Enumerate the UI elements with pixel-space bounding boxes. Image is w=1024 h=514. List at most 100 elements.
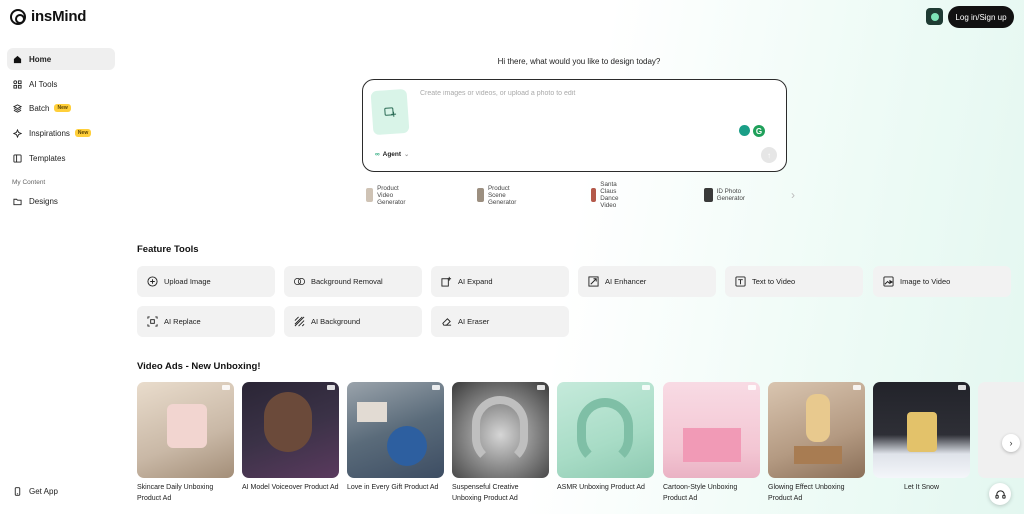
tool-label: Upload Image [164,277,211,286]
tool-label: AI Eraser [458,317,490,326]
suggestion-chip[interactable]: ID Photo Generator [704,187,750,203]
support-button[interactable] [989,483,1011,505]
tool-label: AI Enhancer [605,277,647,286]
suggestion-chip[interactable]: Product Scene Generator [477,185,523,206]
video-thumbnail [347,382,444,478]
video-thumbnail [242,382,339,478]
video-card[interactable]: Let It Snow [873,382,970,493]
tool-ai-expand[interactable]: AI Expand [431,266,569,297]
video-card[interactable]: Skincare Daily Unboxing Product Ad [137,382,234,504]
prompt-input[interactable] [420,90,760,97]
sidebar-item-label: Get App [29,486,58,496]
new-badge: New [74,129,92,137]
video-card-title: Skincare Daily Unboxing Product Ad [137,484,214,502]
agent-dropdown[interactable]: ∞ Agent ⌄ [371,147,413,161]
sidebar-item-ai-tools[interactable]: AI Tools [7,73,115,95]
tool-ai-background[interactable]: AI Background [284,306,422,337]
video-ads-title: Video Ads - New Unboxing! [137,361,261,372]
chevron-right-icon[interactable]: › [791,188,795,202]
sidebar-item-designs[interactable]: Designs [7,190,115,212]
tool-label: AI Replace [164,317,201,326]
suggestion-chip[interactable]: Product Video Generator [366,184,412,206]
bg-removal-icon [294,276,305,287]
video-camera-icon [642,385,650,390]
tool-text-to-video[interactable]: Text to Video [725,266,863,297]
logo-icon [10,8,26,25]
tools-grid-icon [13,79,22,89]
suggestion-label: ID Photo Generator [716,188,745,202]
extension-a-icon[interactable] [739,125,750,136]
image-video-icon [883,276,894,287]
video-thumbnail [663,382,760,478]
video-card-title: Let It Snow [903,484,940,491]
tool-ai-eraser[interactable]: AI Eraser [431,306,569,337]
video-card-title: Glowing Effect Unboxing Product Ad [768,484,845,502]
video-card-title: Suspenseful Creative Unboxing Product Ad [452,484,519,502]
sidebar-item-batch[interactable]: Batch New [7,97,115,119]
video-card[interactable]: ASMR Unboxing Product Ad [557,382,654,493]
brand-logo[interactable]: insMind [10,8,86,25]
sidebar-item-inspirations[interactable]: Inspirations New [7,122,115,144]
top-header: insMind Log in/Sign up [0,0,1024,34]
sidebar-item-label: Templates [29,153,66,163]
suggestion-label: Santa Claus Dance Video [600,181,619,209]
suggestion-thumb [591,188,597,202]
greeting-text: Hi there, what would you like to design … [497,57,661,66]
tool-label: Image to Video [900,277,951,286]
enhance-icon [588,276,599,287]
tool-label: AI Expand [458,277,493,286]
grammarly-icon[interactable]: G [753,125,765,137]
video-camera-icon [222,385,230,390]
video-camera-icon [537,385,545,390]
expand-icon [441,276,452,287]
tool-ai-replace[interactable]: AI Replace [137,306,275,337]
suggestion-thumb [704,188,713,202]
video-camera-icon [327,385,335,390]
send-button[interactable]: ↑ [761,147,777,163]
suggestion-chip[interactable]: Santa Claus Dance Video [591,181,627,209]
extension-icons: G [739,125,765,137]
video-thumbnail [137,382,234,478]
agent-label: Agent [382,150,402,158]
sidebar-item-home[interactable]: Home [7,48,115,70]
brand-name: insMind [31,8,87,25]
tool-image-to-video[interactable]: Image to Video [873,266,1011,297]
arrow-up-icon: ↑ [767,150,771,160]
sidebar: Home AI Tools Batch New Inspirations New… [0,34,125,514]
tool-label: AI Background [311,317,361,326]
upload-image-tile[interactable] [370,88,410,136]
chevron-right-icon: › [1009,438,1013,448]
video-card-partial[interactable] [978,382,1024,478]
eraser-icon [441,316,452,327]
video-card[interactable]: Cartoon-Style Unboxing Product Ad [663,382,760,504]
add-image-icon [384,107,397,117]
video-card[interactable]: AI Model Voiceover Product Ad [242,382,339,493]
suggestion-thumb [477,188,484,202]
video-card-title: Love in Every Gift Product Ad [347,484,439,491]
tool-ai-enhancer[interactable]: AI Enhancer [578,266,716,297]
phone-icon [13,486,22,496]
suggestion-label: Product Video Generator [377,184,406,206]
video-thumbnail [978,382,1024,478]
video-card[interactable]: Suspenseful Creative Unboxing Product Ad [452,382,549,504]
tool-label: Text to Video [752,277,796,286]
video-thumbnail [873,382,970,478]
feature-tools-title: Feature Tools [137,244,199,255]
tool-background-removal[interactable]: Background Removal [284,266,422,297]
sidebar-item-get-app[interactable]: Get App [7,480,115,502]
carousel-next-button[interactable]: › [1002,434,1020,452]
video-card[interactable]: Love in Every Gift Product Ad [347,382,444,493]
prompt-box: G ∞ Agent ⌄ ↑ [362,79,787,172]
video-camera-icon [853,385,861,390]
gift-icon[interactable] [926,8,943,25]
my-content-label: My Content [12,179,46,186]
video-thumbnail [557,382,654,478]
video-card[interactable]: Glowing Effect Unboxing Product Ad [768,382,865,504]
video-thumbnail [452,382,549,478]
video-camera-icon [748,385,756,390]
tool-upload-image[interactable]: Upload Image [137,266,275,297]
plus-circle-icon [147,276,158,287]
sidebar-item-templates[interactable]: Templates [7,147,115,169]
chevron-down-icon: ⌄ [404,151,410,158]
login-signup-button[interactable]: Log in/Sign up [948,6,1014,28]
